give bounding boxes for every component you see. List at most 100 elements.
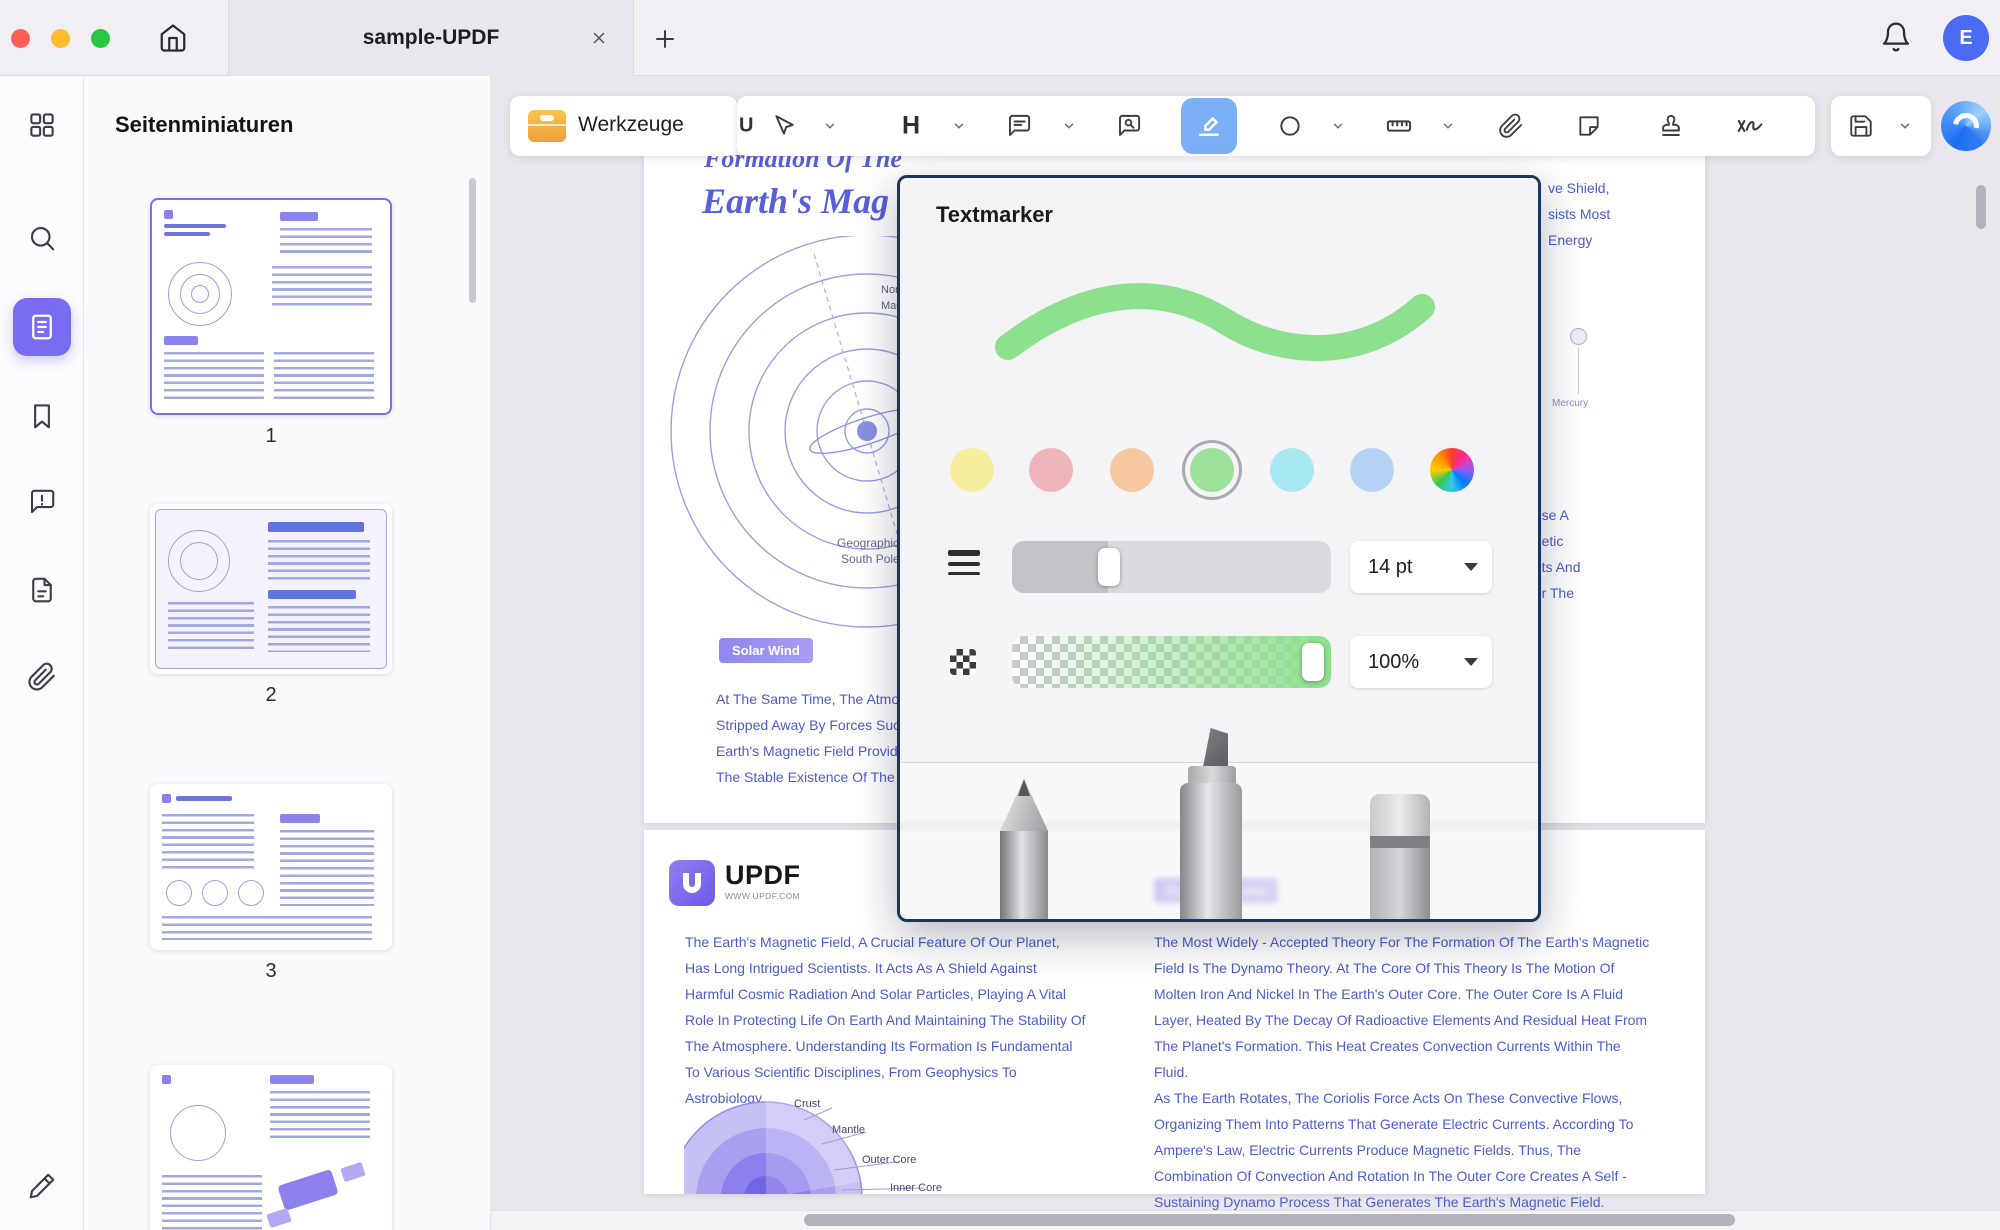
opacity-dropdown[interactable]: 100% xyxy=(1350,636,1492,688)
comment-search-tool[interactable] xyxy=(1116,113,1143,140)
mercury-leader-line xyxy=(1578,348,1579,394)
signature-icon xyxy=(1735,111,1765,141)
save-dropdown[interactable] xyxy=(1898,119,1912,133)
ai-assistant-button[interactable] xyxy=(1941,101,1991,151)
thumbnail-page-4[interactable] xyxy=(150,1065,392,1230)
sidebar-item-signature-pen[interactable] xyxy=(27,1171,57,1201)
shape-tool-dropdown[interactable] xyxy=(1331,119,1345,133)
annotation-toolbar: U H xyxy=(737,96,1815,156)
updf-logo: UPDF WWW.UPDF.COM xyxy=(669,860,801,906)
underline-tool-partial[interactable]: U xyxy=(739,115,755,138)
diagram-label: Mantle xyxy=(832,1124,865,1136)
panel-scrollbar-thumb[interactable] xyxy=(469,178,476,303)
comment-tool[interactable] xyxy=(1006,113,1033,140)
comment-tool-dropdown[interactable] xyxy=(1062,119,1076,133)
ruler-icon xyxy=(1385,112,1413,140)
opacity-slider-thumb[interactable] xyxy=(1302,643,1324,681)
sticker-icon xyxy=(1576,113,1602,139)
sidebar-item-search[interactable] xyxy=(27,223,57,253)
color-swatch-cyan[interactable] xyxy=(1270,448,1314,492)
select-tool[interactable] xyxy=(771,113,797,139)
user-avatar[interactable]: E xyxy=(1943,15,1989,61)
tools-button[interactable]: Werkzeuge xyxy=(578,113,684,137)
opacity-icon xyxy=(950,649,976,675)
page2-right-paragraph-1: The Most Widely - Accepted Theory For Th… xyxy=(1154,929,1651,1085)
signature-tool[interactable] xyxy=(1735,111,1765,141)
save-button[interactable] xyxy=(1848,113,1874,139)
updf-logo-text: UPDF xyxy=(725,860,801,891)
heading-tool-dropdown[interactable] xyxy=(952,119,966,133)
zoom-window-button[interactable] xyxy=(91,29,110,48)
shape-tool[interactable] xyxy=(1277,113,1303,139)
diagram-label: Inner Core xyxy=(890,1182,942,1194)
custom-color-swatch[interactable] xyxy=(1430,448,1474,492)
home-button[interactable] xyxy=(150,16,196,60)
chevron-down-icon xyxy=(1464,563,1478,571)
sidebar-item-comments[interactable] xyxy=(27,487,57,517)
pencil-tool-option[interactable] xyxy=(1000,779,1048,922)
sidebar-item-bookmarks[interactable] xyxy=(27,401,57,431)
cursor-icon xyxy=(771,113,797,139)
highlighter-icon xyxy=(1194,111,1224,141)
eraser-tool-option[interactable] xyxy=(1370,794,1430,922)
thumbnail-label: 2 xyxy=(150,684,392,707)
paperclip-icon xyxy=(27,662,57,692)
color-swatch-green-selected[interactable] xyxy=(1190,448,1234,492)
north-label-fragment: Mag xyxy=(881,300,897,312)
axis-label: South Pole xyxy=(841,552,900,566)
sticker-tool[interactable] xyxy=(1576,113,1602,139)
page2-right-paragraph-2: As The Earth Rotates, The Coriolis Force… xyxy=(1154,1085,1651,1215)
minimize-window-button[interactable] xyxy=(51,29,70,48)
size-dropdown[interactable]: 14 pt xyxy=(1350,541,1492,593)
titlebar: sample-UPDF E xyxy=(0,0,2000,76)
highlighter-tool-selected[interactable] xyxy=(1181,98,1237,154)
heading-tool[interactable]: H xyxy=(902,112,920,141)
page2-left-paragraph: The Earth's Magnetic Field, A Crucial Fe… xyxy=(685,929,1087,1111)
opacity-slider[interactable] xyxy=(1012,636,1331,688)
comment-icon xyxy=(1006,113,1033,140)
new-tab-button[interactable] xyxy=(650,24,680,54)
solar-wind-badge: Solar Wind xyxy=(719,638,813,663)
comment-icon xyxy=(27,487,57,517)
document-tab[interactable]: sample-UPDF xyxy=(228,0,634,76)
thickness-slider[interactable] xyxy=(1012,541,1331,593)
select-tool-dropdown[interactable] xyxy=(823,119,837,133)
measure-tool[interactable] xyxy=(1385,112,1413,140)
stamp-tool[interactable] xyxy=(1658,113,1685,140)
thumbnail-label: 3 xyxy=(150,960,392,983)
color-swatch-pink[interactable] xyxy=(1029,448,1073,492)
horizontal-scrollbar-thumb[interactable] xyxy=(804,1214,1735,1226)
notifications-button[interactable] xyxy=(1880,21,1914,55)
vertical-scrollbar-thumb[interactable] xyxy=(1976,185,1986,229)
diagram-label: Outer Core xyxy=(862,1154,916,1166)
north-label-fragment: Nor xyxy=(881,284,897,296)
attachment-tool[interactable] xyxy=(1498,113,1524,139)
tab-close-icon[interactable] xyxy=(587,26,611,50)
color-swatch-orange[interactable] xyxy=(1110,448,1154,492)
color-swatch-blue[interactable] xyxy=(1350,448,1394,492)
sidebar-item-thumbnails-selected[interactable] xyxy=(13,298,71,356)
thumbnail-page-2[interactable] xyxy=(150,504,392,674)
marker-tool-option-selected[interactable] xyxy=(1180,728,1242,922)
page-thumbnails-icon xyxy=(27,312,57,342)
thickness-slider-thumb[interactable] xyxy=(1098,548,1120,586)
measure-tool-dropdown[interactable] xyxy=(1441,119,1455,133)
opacity-value: 100% xyxy=(1368,651,1464,674)
thumbnail-page-1[interactable] xyxy=(150,198,392,415)
sidebar-item-annotations[interactable] xyxy=(27,575,57,605)
thickness-icon xyxy=(948,550,980,581)
thumbnails-panel: Seitenminiaturen 1 2 xyxy=(84,76,491,1230)
ai-swirl-icon xyxy=(1948,108,1984,144)
close-window-button[interactable] xyxy=(11,29,30,48)
color-swatch-yellow[interactable] xyxy=(950,448,994,492)
thumbnail-page-3[interactable] xyxy=(150,784,392,950)
page2-right-text: The Most Widely - Accepted Theory For Th… xyxy=(1154,929,1651,1215)
stroke-preview xyxy=(980,263,1450,398)
mercury-planet-icon xyxy=(1570,328,1587,345)
document-icon xyxy=(27,575,57,605)
axis-label: Geographic xyxy=(837,536,899,550)
panel-title: Seitenminiaturen xyxy=(115,112,293,138)
mercury-label: Mercury xyxy=(1552,398,1588,409)
sidebar-item-dashboard[interactable] xyxy=(27,110,57,140)
sidebar-item-attachments[interactable] xyxy=(27,662,57,692)
